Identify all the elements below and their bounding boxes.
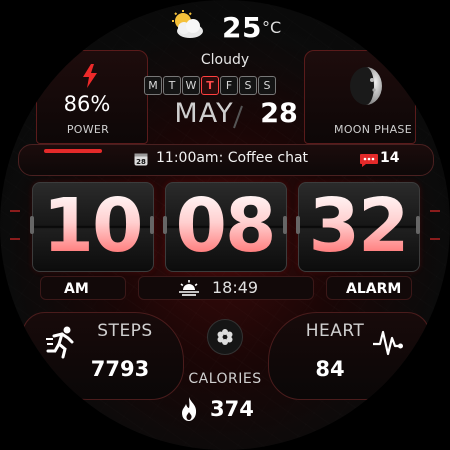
calendar-icon: 28: [134, 153, 148, 166]
weekday-row: MTWTFSS: [144, 76, 276, 95]
day-of-month: 28: [260, 98, 298, 129]
flame-icon: [182, 397, 197, 421]
flip-hinge: [416, 216, 420, 234]
weekday-4: F: [220, 76, 238, 95]
apps-button[interactable]: [207, 319, 243, 355]
weekday-5: S: [239, 76, 257, 95]
steps-value: 7793: [90, 357, 150, 381]
flip-hinge: [30, 216, 34, 234]
temperature-unit: °C: [262, 18, 282, 37]
hour-digits: 10: [32, 186, 152, 266]
edge-tick: [10, 210, 20, 212]
temperature[interactable]: 25: [222, 11, 262, 44]
bolt-icon: [83, 64, 97, 88]
power-label: POWER: [66, 123, 110, 136]
heart-label: HEART: [305, 321, 365, 341]
calories-value: 374: [210, 397, 254, 421]
weekday-6: S: [258, 76, 276, 95]
steps-label: STEPS: [97, 321, 153, 341]
edge-tick: [430, 238, 440, 240]
ampm-label: AM: [64, 281, 89, 297]
minute-digits: 08: [165, 186, 285, 266]
moon-icon: [350, 67, 382, 105]
pulse-icon: [373, 330, 403, 356]
message-count: 14: [380, 150, 400, 166]
running-icon: [46, 326, 74, 359]
moon-phase-label: MOON PHASE: [334, 123, 412, 136]
flower-icon: [217, 329, 233, 345]
calories-label: CALORIES: [188, 371, 262, 387]
date-separator: [233, 105, 243, 129]
weekday-1: T: [163, 76, 181, 95]
calendar-icon-day: 28: [136, 158, 146, 166]
heart-value: 84: [315, 357, 345, 381]
watch-face: 25 °C Cloudy 86% POWER MOON PHASE MTWTFS…: [0, 0, 450, 450]
flip-hinge: [296, 216, 300, 234]
weekday-3: T: [201, 76, 219, 95]
message-icon: [360, 154, 378, 167]
sunset-time: 18:49: [212, 278, 259, 297]
alarm-label: ALARM: [346, 281, 402, 297]
flip-hinge: [150, 216, 154, 234]
flip-hinge: [283, 216, 287, 234]
weather-condition: Cloudy: [200, 52, 250, 68]
weekday-2: W: [182, 76, 200, 95]
sunset-icon: [179, 280, 199, 296]
edge-tick: [430, 210, 440, 212]
edge-tick: [10, 238, 20, 240]
cloud-sun-icon: [172, 10, 203, 38]
event-progress: [44, 149, 102, 153]
battery-value: 86%: [63, 92, 111, 116]
next-event: 11:00am: Coffee chat: [156, 150, 309, 166]
flip-hinge: [163, 216, 167, 234]
weekday-0: M: [144, 76, 162, 95]
second-digits: 32: [298, 186, 418, 266]
